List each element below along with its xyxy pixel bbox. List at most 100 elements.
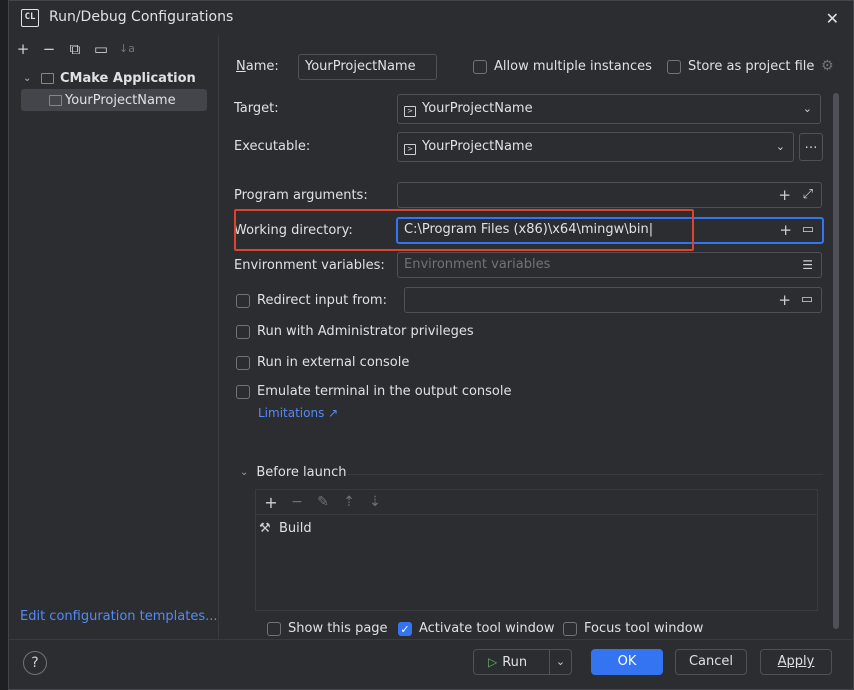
- folder-icon[interactable]: ▭: [802, 219, 814, 241]
- vertical-scrollbar[interactable]: [833, 93, 839, 629]
- allow-multiple-label: Allow multiple instances: [494, 59, 652, 74]
- terminal-icon: >: [404, 106, 416, 117]
- program-arguments-input[interactable]: + ⤢: [397, 182, 822, 208]
- apply-label: Apply: [777, 654, 815, 669]
- environment-variables-label: Environment variables:: [234, 258, 385, 273]
- cancel-button[interactable]: Cancel: [675, 649, 747, 675]
- checkbox-box[interactable]: [236, 293, 250, 308]
- checkbox-box[interactable]: [473, 59, 487, 74]
- list-icon[interactable]: ☰: [802, 253, 813, 277]
- tree-item-yourprojectname[interactable]: YourProjectName: [21, 89, 207, 111]
- tree-group-label: CMake Application: [60, 70, 196, 86]
- checkbox-box[interactable]: [267, 621, 281, 636]
- working-directory-value: C:\Program Files (x86)\x64\mingw\bin: [404, 222, 649, 237]
- executable-value: YourProjectName: [422, 139, 533, 154]
- sort-icon[interactable]: ↓a: [117, 39, 137, 59]
- executable-label: Executable:: [234, 139, 311, 154]
- environment-variables-placeholder: Environment variables: [404, 257, 551, 272]
- before-launch-label: Before launch: [256, 465, 347, 480]
- copy-configuration-icon[interactable]: ⧉: [65, 39, 85, 59]
- redirect-input-field[interactable]: + ▭: [404, 287, 822, 313]
- show-this-page-checkbox[interactable]: Show this page: [267, 621, 388, 636]
- checkmark-icon[interactable]: ✓: [398, 621, 412, 636]
- name-input[interactable]: YourProjectName: [298, 54, 437, 80]
- move-down-icon[interactable]: ⇣: [366, 494, 384, 510]
- environment-variables-input[interactable]: Environment variables ☰: [397, 252, 822, 278]
- new-folder-icon[interactable]: ▭: [91, 39, 111, 59]
- clion-app-icon: CL: [21, 9, 39, 27]
- tree-group-cmake-application[interactable]: ⌄ CMake Application: [9, 67, 219, 89]
- terminal-icon: >: [404, 144, 416, 155]
- expand-icon[interactable]: ⤢: [803, 183, 813, 207]
- checkbox-box[interactable]: [236, 355, 250, 370]
- store-as-project-label: Store as project file: [688, 59, 815, 74]
- apply-button[interactable]: Apply: [760, 649, 832, 675]
- emulate-terminal-label: Emulate terminal in the output console: [257, 384, 512, 399]
- focus-tool-label: Focus tool window: [584, 621, 704, 636]
- run-as-administrator-checkbox[interactable]: Run with Administrator privileges: [236, 324, 474, 339]
- name-label: Name:: [236, 59, 279, 74]
- limitations-link[interactable]: Limitations ↗: [258, 406, 338, 420]
- add-configuration-icon[interactable]: +: [13, 39, 33, 59]
- before-launch-list: + − ✎ ⇡ ⇣ ⚒ Build: [255, 489, 818, 611]
- before-launch-toolbar: + − ✎ ⇡ ⇣: [256, 490, 817, 515]
- allow-multiple-instances-checkbox[interactable]: Allow multiple instances: [473, 59, 652, 74]
- ok-button[interactable]: OK: [591, 649, 663, 675]
- add-task-icon[interactable]: +: [262, 493, 280, 512]
- run-admin-label: Run with Administrator privileges: [257, 324, 474, 339]
- background-window-edge: [0, 0, 8, 690]
- gear-icon[interactable]: ⚙: [821, 58, 834, 74]
- configuration-icon: [49, 94, 62, 106]
- run-button[interactable]: ▷ Run ⌄: [473, 649, 572, 675]
- run-in-external-console-checkbox[interactable]: Run in external console: [236, 355, 409, 370]
- name-label-text: ame:: [245, 59, 279, 74]
- show-page-label: Show this page: [288, 621, 388, 636]
- cmake-application-icon: [41, 72, 54, 84]
- redirect-input-label: Redirect input from:: [257, 293, 387, 308]
- browse-executable-button[interactable]: …: [799, 133, 823, 161]
- run-debug-configurations-dialog: CL Run/Debug Configurations ✕ + − ⧉ ▭ ↓a…: [8, 0, 854, 690]
- hammer-icon: ⚒: [259, 521, 271, 536]
- working-directory-label: Working directory:: [234, 223, 353, 238]
- configuration-form: Name: YourProjectName Allow multiple ins…: [220, 35, 853, 639]
- folder-icon[interactable]: ▭: [801, 288, 813, 312]
- plus-icon[interactable]: +: [778, 183, 791, 207]
- move-up-icon[interactable]: ⇡: [340, 494, 358, 510]
- working-directory-input[interactable]: C:\Program Files (x86)\x64\mingw\bin| + …: [396, 217, 824, 244]
- close-icon[interactable]: ✕: [826, 9, 839, 28]
- redirect-input-checkbox[interactable]: Redirect input from:: [236, 293, 387, 308]
- chevron-down-icon[interactable]: ⌄: [240, 467, 248, 478]
- chevron-down-icon[interactable]: ⌄: [803, 95, 812, 123]
- edit-task-icon[interactable]: ✎: [314, 494, 332, 510]
- target-combobox[interactable]: > YourProjectName ⌄: [397, 94, 821, 124]
- run-dropdown-chevron-icon[interactable]: ⌄: [549, 650, 571, 674]
- plus-icon[interactable]: +: [779, 219, 792, 241]
- before-launch-header[interactable]: ⌄ Before launch: [240, 465, 346, 480]
- plus-icon[interactable]: +: [778, 288, 791, 312]
- configurations-tree: ⌄ CMake Application YourProjectName: [9, 67, 219, 111]
- remove-configuration-icon[interactable]: −: [39, 39, 59, 59]
- help-button[interactable]: ?: [23, 651, 47, 675]
- checkbox-box[interactable]: [563, 621, 577, 636]
- edit-configuration-templates-link[interactable]: Edit configuration templates...: [20, 609, 218, 624]
- remove-task-icon[interactable]: −: [288, 494, 306, 510]
- focus-tool-window-checkbox[interactable]: Focus tool window: [563, 621, 703, 636]
- store-as-project-file-checkbox[interactable]: Store as project file: [667, 59, 814, 74]
- checkbox-box[interactable]: [236, 324, 250, 339]
- activate-tool-window-checkbox[interactable]: ✓ Activate tool window: [398, 621, 554, 636]
- play-icon: ▷: [488, 655, 498, 669]
- target-value: YourProjectName: [422, 101, 533, 116]
- checkbox-box[interactable]: [236, 384, 250, 399]
- dialog-title: Run/Debug Configurations: [49, 9, 234, 25]
- chevron-down-icon[interactable]: ⌄: [23, 73, 37, 84]
- checkbox-box[interactable]: [667, 59, 681, 74]
- name-label-mnemonic: N: [236, 59, 246, 74]
- emulate-terminal-checkbox[interactable]: Emulate terminal in the output console: [236, 384, 512, 399]
- executable-combobox[interactable]: > YourProjectName ⌄: [397, 132, 794, 162]
- text-cursor: |: [648, 222, 654, 237]
- chevron-down-icon[interactable]: ⌄: [776, 133, 785, 161]
- section-divider: [348, 474, 823, 475]
- run-label: Run: [502, 655, 528, 670]
- before-launch-item-build[interactable]: ⚒ Build: [259, 521, 817, 536]
- tree-item-label: YourProjectName: [65, 92, 176, 108]
